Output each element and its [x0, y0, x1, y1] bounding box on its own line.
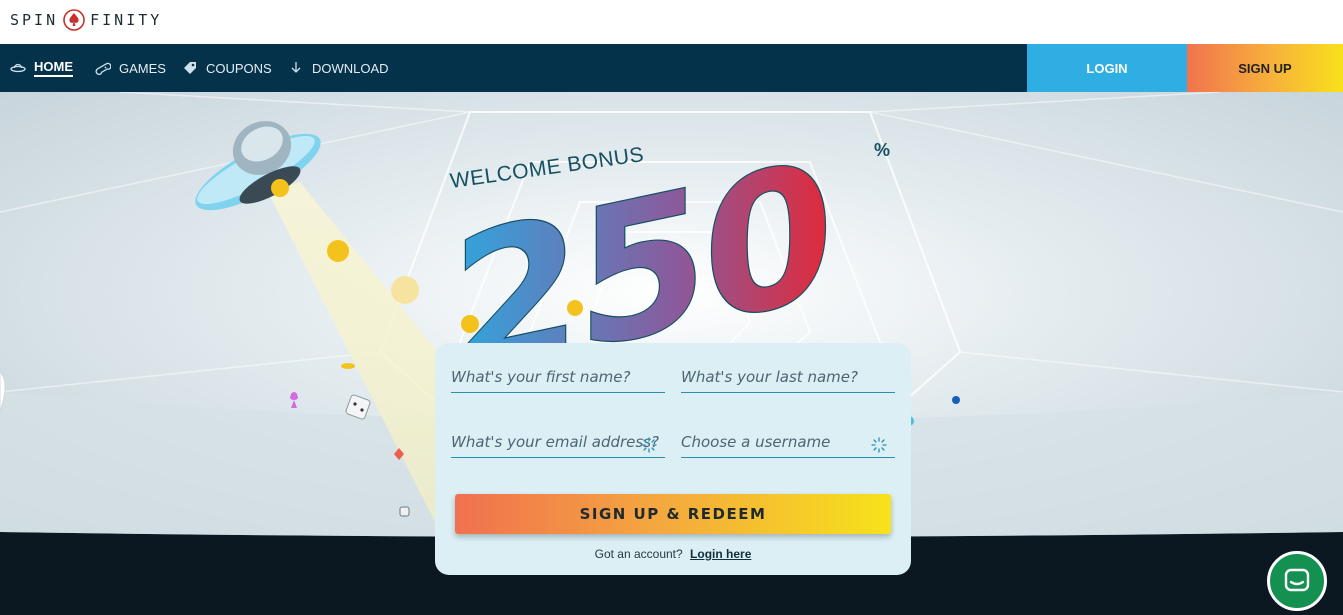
bonus-percent-sign: % [874, 140, 891, 160]
loading-spinner-icon [871, 437, 887, 453]
loading-spinner-icon [641, 437, 657, 453]
ufo-icon [10, 63, 26, 73]
signup-button[interactable]: SIGN UP [1187, 44, 1343, 92]
gamepad-icon [95, 62, 111, 76]
login-button[interactable]: LOGIN [1027, 44, 1187, 92]
login-here-link[interactable]: Login here [690, 547, 751, 561]
last-name-input[interactable] [681, 362, 895, 392]
first-name-input[interactable] [451, 362, 665, 392]
first-name-field[interactable] [451, 353, 665, 393]
chat-bubble-icon [1284, 568, 1310, 592]
email-field[interactable] [451, 418, 665, 458]
coupon-icon [184, 62, 196, 74]
chat-widget-button[interactable] [1267, 551, 1327, 611]
last-name-field[interactable] [681, 353, 895, 393]
username-field[interactable] [681, 418, 895, 458]
logo-spade-icon [63, 9, 85, 31]
email-input[interactable] [451, 427, 665, 457]
nav-item-download[interactable]: DOWNLOAD [288, 44, 389, 92]
nav-label-coupons: COUPONS [206, 60, 272, 76]
logo-bar: SPIN FINITY [0, 0, 1343, 44]
login-prompt-text: Got an account? [594, 547, 683, 561]
logo-text-right: FINITY [90, 11, 163, 29]
login-prompt: Got an account? Login here [435, 547, 911, 561]
bonus-250-graphic: 250 [449, 120, 829, 353]
nav-item-coupons[interactable]: COUPONS [182, 44, 272, 92]
nav-label-home: HOME [34, 59, 73, 77]
nav-item-games[interactable]: GAMES [95, 44, 166, 92]
nav-item-home[interactable]: HOME [10, 44, 73, 92]
logo-text-left: SPIN [10, 11, 59, 29]
download-icon [291, 62, 301, 73]
username-input[interactable] [681, 427, 895, 457]
nav-label-download: DOWNLOAD [312, 60, 389, 76]
signup-redeem-button[interactable]: SIGN UP & REDEEM [455, 494, 891, 534]
nav-label-games: GAMES [119, 60, 166, 76]
site-logo[interactable]: SPIN FINITY [10, 6, 162, 34]
